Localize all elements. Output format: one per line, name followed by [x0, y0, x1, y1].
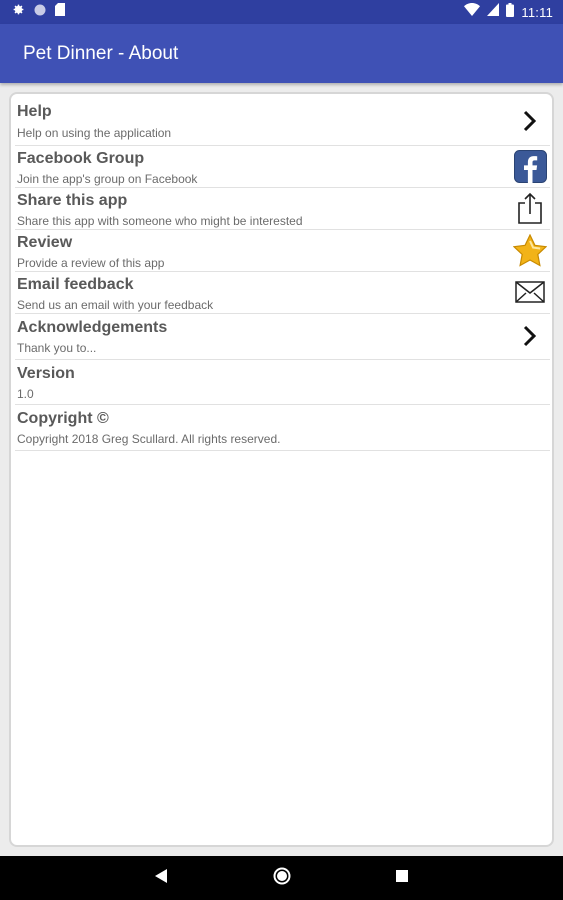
list-item-title: Facebook Group [17, 150, 145, 167]
status-time: 11:11 [521, 4, 553, 20]
settings-icon [12, 3, 25, 21]
sd-card-icon [55, 3, 65, 21]
list-item-copyright: Copyright © Copyright 2018 Greg Scullard… [15, 405, 550, 451]
status-bar-system: 11:11 [464, 0, 553, 24]
battery-icon [506, 2, 515, 22]
list-item-title: Review [17, 234, 73, 251]
status-bar: 11:11 [0, 0, 563, 24]
list-item-title: Email feedback [17, 276, 134, 293]
list-item-title: Acknowledgements [17, 319, 168, 336]
wifi-icon [464, 3, 481, 21]
chevron-right-icon [512, 323, 548, 349]
list-item-email-feedback[interactable]: Email feedback Send us an email with you… [15, 272, 550, 314]
back-button[interactable] [131, 856, 191, 900]
list-item-facebook-group[interactable]: Facebook Group Join the app's group on F… [15, 146, 550, 188]
home-button[interactable] [252, 856, 312, 900]
version-value: 1.0 [17, 387, 34, 401]
share-icon [512, 191, 548, 225]
list-item-review[interactable]: Review Provide a review of this app [15, 230, 550, 272]
about-card: Help Help on using the application Faceb… [9, 92, 554, 847]
list-item-share-app[interactable]: Share this app Share this app with someo… [15, 188, 550, 230]
list-item-title: Help [17, 103, 52, 120]
list-item-title: Version [17, 365, 75, 382]
list-item-title: Copyright © [17, 410, 109, 427]
envelope-icon [512, 278, 548, 306]
list-item-help[interactable]: Help Help on using the application [15, 96, 550, 146]
signal-icon [487, 3, 500, 21]
list-item-subtitle: Join the app's group on Facebook [17, 172, 198, 186]
status-bar-notifications [12, 0, 65, 24]
about-list: Help Help on using the application Faceb… [15, 96, 550, 451]
list-item-subtitle: Thank you to... [17, 341, 97, 355]
app-bar: Pet Dinner - About [0, 24, 563, 83]
list-item-subtitle: Help on using the application [17, 126, 172, 140]
star-icon [512, 233, 548, 267]
list-item-subtitle: Share this app with someone who might be… [17, 214, 303, 228]
list-item-title: Share this app [17, 192, 128, 209]
home-circle-icon [273, 867, 291, 890]
copyright-text: Copyright 2018 Greg Scullard. All rights… [17, 432, 281, 446]
page-title: Pet Dinner - About [23, 42, 179, 64]
chevron-right-icon [512, 108, 548, 134]
back-triangle-icon [155, 868, 167, 888]
navigation-bar [0, 856, 563, 900]
recents-square-icon [396, 869, 408, 887]
list-item-acknowledgements[interactable]: Acknowledgements Thank you to... [15, 314, 550, 360]
recents-button[interactable] [372, 856, 432, 900]
list-item-subtitle: Provide a review of this app [17, 256, 165, 270]
facebook-icon [512, 149, 548, 183]
list-item-subtitle: Send us an email with your feedback [17, 298, 214, 312]
list-item-version: Version 1.0 [15, 360, 550, 405]
circle-icon [34, 3, 46, 21]
